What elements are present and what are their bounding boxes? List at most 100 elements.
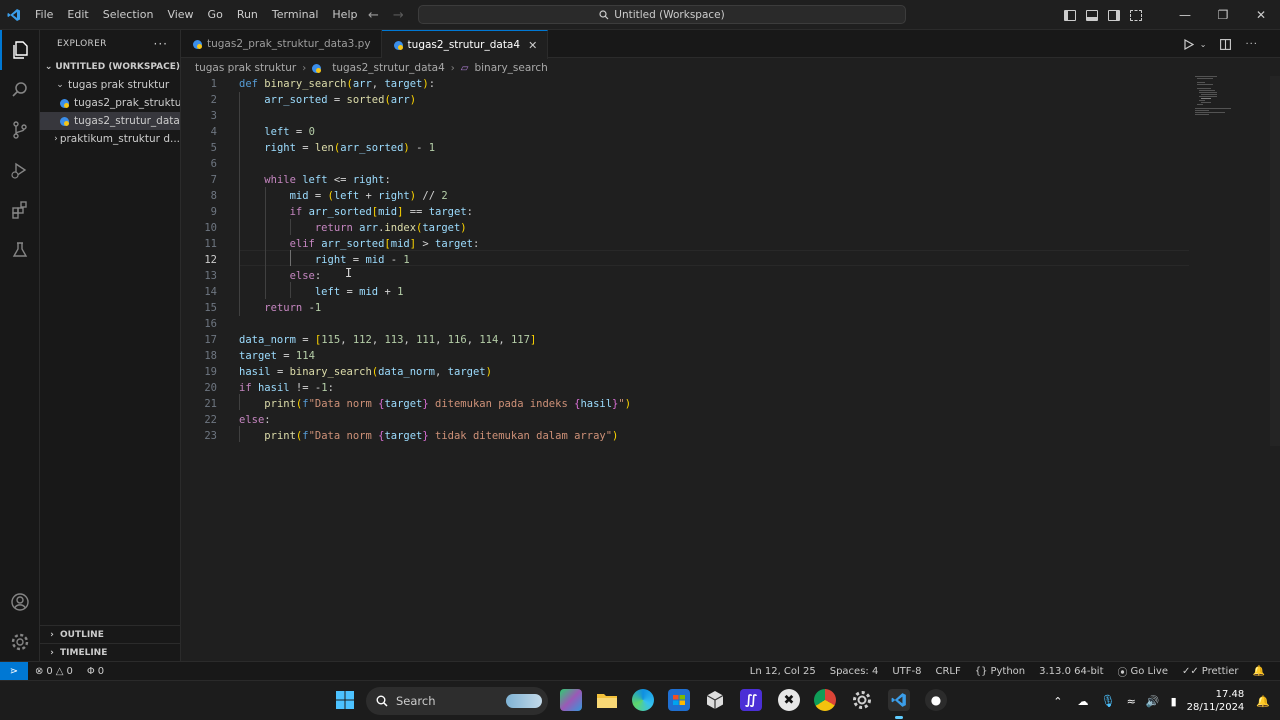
timeline-label: TIMELINE: [60, 647, 108, 658]
close-window-icon[interactable]: ✕: [1242, 0, 1280, 30]
windows-start-icon[interactable]: [334, 689, 356, 711]
menu-run[interactable]: Run: [230, 0, 265, 30]
chevron-up-icon[interactable]: ⌃: [1044, 695, 1071, 708]
ports-status[interactable]: Φ 0: [80, 666, 111, 677]
unity-hub-icon[interactable]: [704, 689, 726, 711]
language-mode[interactable]: {} Python: [968, 666, 1032, 677]
github-desktop-icon[interactable]: ●: [925, 689, 947, 711]
wifi-icon[interactable]: ≈: [1122, 695, 1141, 708]
edge-browser-icon[interactable]: [632, 689, 654, 711]
explorer-header: EXPLORER ···: [40, 30, 180, 58]
code-line: 21 print(f"Data norm {target} ditemukan …: [204, 398, 632, 410]
tab-tugas2-strutur-data4[interactable]: tugas2_strutur_data4 ✕: [381, 30, 549, 59]
microphone-icon[interactable]: 🎙: [1094, 694, 1121, 708]
split-editor-icon[interactable]: [1220, 38, 1232, 50]
file-tugas2-prak-struktur[interactable]: tugas2_prak_struktu...: [40, 94, 180, 112]
copilot-icon[interactable]: [560, 689, 582, 711]
forward-arrow-icon[interactable]: →: [393, 8, 404, 23]
title-controls: — ❐ ✕: [1064, 0, 1280, 30]
run-python-file-icon[interactable]: [1184, 38, 1194, 50]
prettier-status[interactable]: ✓✓ Prettier: [1175, 666, 1246, 677]
end-of-line[interactable]: CRLF: [928, 666, 967, 677]
menu-help[interactable]: Help: [325, 0, 364, 30]
explorer-icon[interactable]: [0, 30, 40, 70]
cloud-icon[interactable]: ☁: [1071, 695, 1094, 708]
battery-icon[interactable]: ▮: [1165, 695, 1183, 708]
more-actions-icon[interactable]: ···: [154, 37, 168, 51]
back-arrow-icon[interactable]: ←: [368, 8, 379, 23]
accounts-icon[interactable]: [0, 582, 40, 622]
workspace-root[interactable]: ⌄ UNTITLED (WORKSPACE): [40, 58, 180, 76]
clock-time: 17.48: [1215, 689, 1245, 700]
xbox-icon[interactable]: ✖: [778, 689, 800, 711]
taskbar-search[interactable]: Search: [366, 687, 548, 715]
python-interpreter[interactable]: 3.13.0 64-bit: [1032, 666, 1110, 677]
more-actions-icon[interactable]: ···: [1245, 39, 1258, 50]
notifications-bell-icon[interactable]: 🔔: [1246, 666, 1272, 677]
settings-gear-icon[interactable]: [0, 622, 40, 662]
workspace-label: UNTITLED (WORKSPACE): [55, 62, 180, 72]
volume-icon[interactable]: 🔊: [1141, 695, 1165, 708]
tab-label: tugas2_strutur_data4: [407, 39, 521, 51]
settings-app-icon[interactable]: [851, 689, 873, 711]
store-icon[interactable]: [668, 689, 690, 711]
menu-view[interactable]: View: [160, 0, 200, 30]
menu-file[interactable]: File: [28, 0, 60, 30]
extensions-icon[interactable]: [0, 190, 40, 230]
command-center[interactable]: Untitled (Workspace): [418, 5, 906, 24]
breadcrumb-symbol[interactable]: binary_search: [474, 62, 547, 74]
code-line: 7 while left <= right:: [210, 174, 391, 186]
title-bar: File Edit Selection View Go Run Terminal…: [0, 0, 1280, 30]
toggle-secondary-sidebar-icon[interactable]: [1108, 9, 1120, 21]
menu-go[interactable]: Go: [201, 0, 230, 30]
function-symbol-icon: ▱: [460, 62, 469, 74]
go-live-label: Go Live: [1130, 666, 1168, 677]
python-file-icon: [393, 40, 403, 50]
file-label: tugas2_prak_struktu...: [74, 97, 180, 109]
customize-layout-icon[interactable]: [1130, 9, 1142, 21]
notification-bell-icon[interactable]: 🔔: [1254, 695, 1280, 708]
vscode-taskbar-icon[interactable]: [888, 689, 910, 711]
timeline-section[interactable]: › TIMELINE: [40, 643, 181, 661]
source-control-icon[interactable]: [0, 110, 40, 150]
chevron-down-icon: ⌄: [44, 62, 53, 72]
tab-tugas2-prak-struktur-data3[interactable]: tugas2_prak_struktur_data3.py: [181, 30, 382, 58]
menu-selection[interactable]: Selection: [96, 0, 161, 30]
visual-studio-icon[interactable]: ∬: [740, 689, 762, 711]
folder-praktikum-struktur[interactable]: › praktikum_struktur d...: [40, 130, 180, 148]
code-line: 12 right = mid - 1: [204, 254, 410, 266]
menu-terminal[interactable]: Terminal: [265, 0, 326, 30]
editor-scrollbar[interactable]: [1270, 76, 1280, 446]
toggle-primary-sidebar-icon[interactable]: [1064, 9, 1076, 21]
go-live-button[interactable]: ⦿ Go Live: [1111, 664, 1175, 679]
breadcrumb-file[interactable]: tugas2_strutur_data4: [332, 62, 445, 74]
outline-section[interactable]: › OUTLINE: [40, 625, 181, 643]
encoding[interactable]: UTF-8: [885, 666, 928, 677]
menu-edit[interactable]: Edit: [60, 0, 95, 30]
problems-status[interactable]: ⊗ 0 △ 0: [28, 666, 80, 677]
run-debug-icon[interactable]: [0, 150, 40, 190]
search-view-icon[interactable]: [0, 70, 40, 110]
clock[interactable]: 17.48 28/11/2024: [1183, 688, 1255, 714]
code-editor[interactable]: 1 def binary_search(arr, target): 2 arr_s…: [181, 76, 1280, 661]
run-dropdown-icon[interactable]: ⌄: [1200, 40, 1207, 49]
minimap[interactable]: [1193, 76, 1253, 116]
file-explorer-icon[interactable]: [596, 689, 618, 711]
toggle-panel-icon[interactable]: [1086, 9, 1098, 21]
folder-tugas-prak-struktur[interactable]: ⌄ tugas prak struktur: [40, 76, 180, 94]
close-tab-icon[interactable]: ✕: [528, 39, 537, 52]
chrome-icon[interactable]: [814, 689, 836, 711]
maximize-icon[interactable]: ❐: [1204, 0, 1242, 30]
indentation[interactable]: Spaces: 4: [823, 666, 886, 677]
cursor-position[interactable]: Ln 12, Col 25: [743, 666, 823, 677]
code-line: 13 else:: [204, 270, 322, 282]
breadcrumb-folder[interactable]: tugas prak struktur: [195, 62, 296, 74]
active-app-indicator: [895, 716, 903, 719]
minimize-icon[interactable]: —: [1166, 0, 1204, 30]
code-line: 5 right = len(arr_sorted) - 1: [210, 142, 436, 154]
code-line: 11 elif arr_sorted[mid] > target:: [204, 238, 480, 250]
code-line: 14 left = mid + 1: [204, 286, 404, 298]
testing-flask-icon[interactable]: [0, 230, 40, 270]
remote-icon[interactable]: ⋗: [0, 661, 28, 681]
file-tugas2-strutur-data4[interactable]: tugas2_strutur_data4: [40, 112, 180, 130]
